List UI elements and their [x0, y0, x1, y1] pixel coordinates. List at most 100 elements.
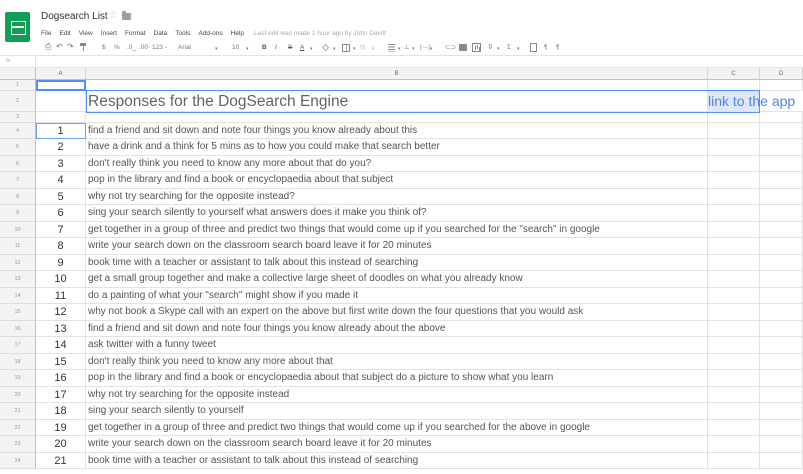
cell-d[interactable] [760, 222, 803, 238]
more-formats-button[interactable]: 123 - [152, 44, 167, 52]
cell-c[interactable] [708, 189, 760, 205]
row-number[interactable]: 9 [0, 205, 36, 222]
cell-d[interactable] [760, 304, 803, 321]
cell-d[interactable] [760, 255, 803, 271]
row-number[interactable]: 1 [0, 80, 36, 91]
sheet-heading[interactable]: Responses for the DogSearch Engine [86, 91, 708, 112]
app-link[interactable]: link to the app [708, 91, 803, 112]
row-number[interactable]: 3 [0, 112, 36, 123]
menu-tools[interactable]: Tools [175, 30, 190, 37]
row-number[interactable]: 19 [0, 370, 36, 387]
cell-d[interactable] [760, 420, 803, 436]
folder-icon[interactable] [122, 11, 131, 20]
row-number[interactable]: 17 [0, 337, 36, 354]
item-text[interactable]: write your search down on the classroom … [86, 238, 708, 255]
cell-d1[interactable] [760, 80, 803, 91]
item-number[interactable]: 21 [36, 453, 86, 469]
cell-c[interactable] [708, 321, 760, 337]
bold-button[interactable]: B [262, 44, 267, 52]
percent-format-button[interactable]: % [114, 44, 120, 52]
text-color-button[interactable]: A [300, 44, 304, 52]
last-edit-status[interactable]: Last edit was made 1 hour ago by John Da… [254, 30, 386, 37]
row-number[interactable]: 12 [0, 255, 36, 271]
row-number[interactable]: 13 [0, 271, 36, 288]
cell-d[interactable] [760, 238, 803, 255]
cell-c[interactable] [708, 156, 760, 172]
cell-c[interactable] [708, 238, 760, 255]
formula-bar[interactable]: fx [0, 56, 803, 68]
column-header-b[interactable]: B [86, 68, 708, 80]
functions-icon[interactable]: Σ [507, 44, 511, 52]
column-header-c[interactable]: C [708, 68, 760, 80]
cell-c[interactable] [708, 222, 760, 238]
item-text[interactable]: get a small group together and make a co… [86, 271, 708, 288]
cell-c[interactable] [708, 337, 760, 354]
cell-d[interactable] [760, 139, 803, 156]
cell-d[interactable] [760, 387, 803, 403]
row-number[interactable]: 7 [0, 172, 36, 189]
print-icon[interactable]: ⎙ [45, 43, 51, 51]
item-number[interactable]: 13 [36, 321, 86, 337]
item-number[interactable]: 8 [36, 238, 86, 255]
cell-d[interactable] [760, 337, 803, 354]
item-number[interactable]: 1 [36, 123, 86, 139]
item-text[interactable]: do a painting of what your "search" migh… [86, 288, 708, 304]
cell-c[interactable] [708, 139, 760, 156]
menu-addons[interactable]: Add-ons [198, 30, 222, 37]
item-text[interactable]: book time with a teacher or assistant to… [86, 453, 708, 469]
column-header-a[interactable]: A [36, 68, 86, 80]
chevron-down-icon[interactable]: ▾ [333, 45, 336, 53]
row-number[interactable]: 23 [0, 436, 36, 453]
menu-insert[interactable]: Insert [101, 30, 117, 37]
cell-d[interactable] [760, 321, 803, 337]
increase-decimal-button[interactable]: .00 [139, 44, 148, 52]
insert-comment-icon[interactable] [459, 44, 467, 51]
row-number[interactable]: 4 [0, 123, 36, 139]
row-number[interactable]: 22 [0, 420, 36, 436]
document-title[interactable]: Dogsearch List [41, 11, 108, 22]
cell-d[interactable] [760, 172, 803, 189]
cell-b3[interactable] [86, 112, 708, 123]
cell-d[interactable] [760, 205, 803, 222]
filter-icon[interactable]: ⊽ [488, 44, 493, 52]
chevron-down-icon[interactable]: ▾ [353, 45, 356, 53]
menu-help[interactable]: Help [231, 30, 244, 37]
cell-c3[interactable] [708, 112, 760, 123]
item-text[interactable]: why not try searching for the opposite i… [86, 387, 708, 403]
row-number[interactable]: 2 [0, 91, 36, 112]
cell-c[interactable] [708, 387, 760, 403]
item-text[interactable]: write your search down on the classroom … [86, 436, 708, 453]
item-number[interactable]: 3 [36, 156, 86, 172]
item-text[interactable]: sing your search silently to yourself wh… [86, 205, 708, 222]
row-number[interactable]: 15 [0, 304, 36, 321]
cell-c[interactable] [708, 354, 760, 370]
row-number[interactable]: 21 [0, 403, 36, 420]
select-all-corner[interactable] [0, 68, 36, 80]
chevron-down-icon[interactable]: ▾ [497, 45, 500, 53]
menu-edit[interactable]: Edit [59, 30, 70, 37]
strikethrough-button[interactable]: S [288, 44, 292, 52]
item-text[interactable]: why not try searching for the opposite i… [86, 189, 708, 205]
item-number[interactable]: 17 [36, 387, 86, 403]
undo-icon[interactable]: ↶ [56, 43, 63, 51]
chevron-down-icon[interactable]: ▾ [310, 45, 313, 53]
decrease-decimal-button[interactable]: .0_ [127, 44, 136, 52]
item-number[interactable]: 16 [36, 370, 86, 387]
item-number[interactable]: 12 [36, 304, 86, 321]
item-number[interactable]: 5 [36, 189, 86, 205]
item-text[interactable]: don't really think you need to know any … [86, 354, 708, 370]
row-number[interactable]: 24 [0, 453, 36, 469]
chevron-down-icon[interactable]: ▾ [215, 45, 218, 53]
redo-icon[interactable]: ↷ [67, 43, 74, 51]
comment-doc-icon[interactable] [530, 43, 537, 52]
cell-a2[interactable] [36, 91, 86, 112]
currency-format-button[interactable]: $ [102, 44, 106, 52]
italic-button[interactable]: I [275, 44, 277, 52]
item-number[interactable]: 2 [36, 139, 86, 156]
cell-d[interactable] [760, 271, 803, 288]
item-text[interactable]: book time with a teacher or assistant to… [86, 255, 708, 271]
menu-data[interactable]: Data [154, 30, 168, 37]
cell-c[interactable] [708, 288, 760, 304]
cell-d3[interactable] [760, 112, 803, 123]
cell-d[interactable] [760, 288, 803, 304]
